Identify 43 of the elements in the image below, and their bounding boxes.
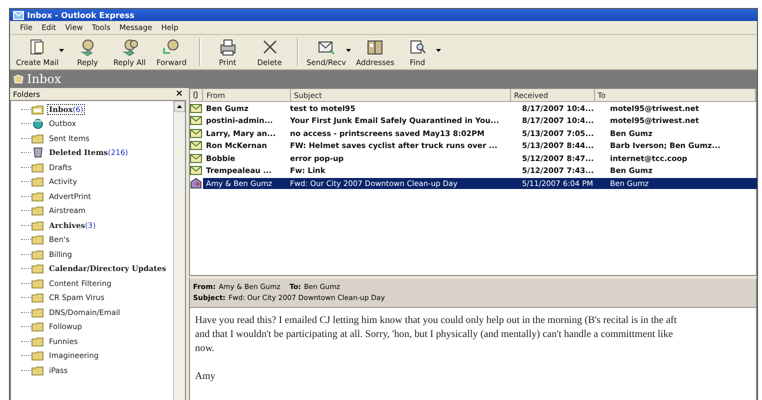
folder-icon [31, 364, 45, 376]
paperclip-icon [193, 91, 198, 99]
folder-icon [31, 306, 45, 318]
folder-title: Inbox [27, 72, 62, 86]
envelope-icon [190, 154, 202, 163]
message-text: now. [195, 342, 216, 356]
printer-icon [218, 38, 238, 56]
envelope-icon [190, 166, 202, 176]
message-text: Have you read this? I emailed CJ letting him know that you could only help out in the morning (B's recital is in the aft [195, 314, 678, 328]
signature-text: Amy [195, 370, 216, 384]
dropdown-caret-icon[interactable] [436, 48, 442, 52]
window-title: Inbox - Outlook Express [27, 10, 134, 20]
outbox-icon [31, 118, 45, 130]
close-button[interactable]: × [175, 89, 183, 99]
folder-icon [31, 234, 45, 246]
envelope-icon [190, 104, 202, 113]
envelope-icon [190, 116, 202, 126]
envelope-icon [190, 141, 202, 150]
scrollbar[interactable] [173, 101, 185, 400]
folder-icon [31, 321, 45, 332]
folder-icon [31, 162, 45, 173]
message-text: and that I wouldn't be participating at all. Sorry, 'hon, but I physically (and mentally) can't handle a committment like [195, 328, 674, 342]
dropdown-caret-icon[interactable] [58, 48, 64, 52]
folder-icon [31, 292, 45, 304]
folder-icon [31, 205, 45, 216]
folder-icon [31, 176, 45, 188]
forwarded-mail-icon [190, 178, 202, 189]
folder-icon [31, 220, 45, 231]
inbox-icon [31, 104, 45, 115]
envelope-icon [190, 128, 202, 138]
folder-icon [31, 278, 45, 289]
address-book-icon [365, 38, 386, 56]
folder-icon [31, 263, 45, 274]
folder-icon [31, 336, 45, 347]
dropdown-caret-icon[interactable] [346, 48, 352, 52]
folder-icon [31, 190, 45, 202]
inbox-icon [13, 74, 24, 84]
folder-icon [31, 132, 45, 144]
trash-can-icon [31, 147, 45, 158]
scroll-up-arrow-icon[interactable] [174, 101, 185, 112]
mail-icon [13, 10, 24, 20]
folder-icon [31, 248, 45, 260]
folder-icon [31, 350, 45, 362]
